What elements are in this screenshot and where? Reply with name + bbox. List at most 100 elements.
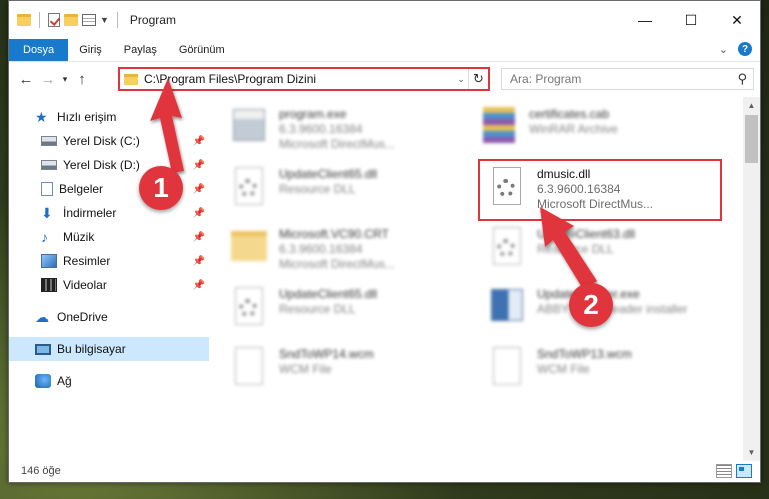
chevron-down-icon[interactable]: ⌄: [454, 74, 468, 85]
tab-view[interactable]: Görünüm: [168, 39, 236, 61]
file-item[interactable]: certificates.cab WinRAR Archive: [471, 101, 717, 157]
window-title: Program: [129, 13, 176, 27]
quick-access-toolbar: ▼: [17, 12, 122, 28]
title-bar: ▼ Program — ☐ ✕: [9, 1, 760, 39]
scroll-thumb[interactable]: [745, 115, 758, 163]
file-type: WinRAR Archive: [529, 122, 618, 136]
file-type: WCM File: [537, 362, 590, 376]
cloud-icon: ☁: [35, 309, 49, 325]
file-item[interactable]: UpdateClient65.dll Resource DLL: [221, 281, 467, 337]
sidebar-item-label: Yerel Disk (D:): [63, 158, 140, 172]
help-icon[interactable]: ?: [738, 42, 752, 56]
sidebar-item-local-disk-c[interactable]: Yerel Disk (C:) 📌: [9, 129, 209, 153]
sidebar-item-music[interactable]: ♪ Müzik 📌: [9, 225, 209, 249]
installer-icon: [487, 285, 527, 331]
file-name: program.exe: [279, 107, 347, 121]
file-explorer-window: ▼ Program — ☐ ✕ Dosya Giriş Paylaş Görün…: [8, 0, 761, 483]
pin-icon[interactable]: 📌: [193, 232, 205, 243]
file-name: UpdateClient65.dll: [279, 287, 378, 301]
tab-file[interactable]: Dosya: [9, 39, 69, 61]
sidebar-item-quick-access[interactable]: ★ Hızlı erişim: [9, 105, 209, 129]
chevron-down-icon[interactable]: ▼: [100, 15, 109, 25]
sidebar-item-label: OneDrive: [57, 310, 108, 324]
scroll-down-arrow-icon[interactable]: ▼: [743, 444, 760, 461]
dll-icon: [229, 285, 269, 331]
search-icon[interactable]: ⚲: [737, 71, 747, 87]
sidebar-item-local-disk-d[interactable]: Yerel Disk (D:) 📌: [9, 153, 209, 177]
up-arrow-icon[interactable]: ↑: [71, 69, 93, 91]
window-controls: — ☐ ✕: [622, 1, 760, 39]
drive-icon: [41, 136, 57, 146]
properties-check-icon[interactable]: [48, 13, 60, 27]
file-item[interactable]: UpdateClient65.dll Resource DLL: [221, 161, 467, 217]
item-count: 146 öğe: [21, 465, 61, 477]
file-item[interactable]: SndToWP14.wcm WCM File: [221, 341, 467, 397]
file-version: 6.3.9600.16384: [279, 122, 363, 136]
file-name: SndToWP13.wcm: [537, 347, 632, 361]
toolbar-separator: [116, 12, 118, 28]
file-description: Microsoft DirectMus...: [279, 257, 396, 271]
search-input[interactable]: Ara: Program ⚲: [501, 68, 754, 90]
status-bar: 146 öğe: [9, 460, 760, 482]
file-item[interactable]: program.exe 6.3.9600.16384 Microsoft Dir…: [221, 101, 467, 157]
dll-icon: [487, 225, 527, 271]
tab-share[interactable]: Paylaş: [113, 39, 168, 61]
file-item[interactable]: Microsoft.VC90.CRT 6.3.9600.16384 Micros…: [221, 221, 467, 277]
pin-icon[interactable]: 📌: [193, 208, 205, 219]
scroll-up-arrow-icon[interactable]: ▲: [743, 97, 760, 114]
file-item[interactable]: UpdateClient63.dll Resource DLL: [479, 221, 725, 277]
file-item[interactable]: SndToWP13.wcm WCM File: [479, 341, 725, 397]
vertical-scrollbar[interactable]: ▲ ▼: [743, 97, 760, 461]
pin-icon[interactable]: 📌: [193, 280, 205, 291]
search-placeholder: Ara: Program: [510, 72, 582, 86]
file-name: UpdateClient65.dll: [279, 167, 378, 181]
address-bar[interactable]: C:\Program Files\Program Dizini ⌄ ↻: [118, 67, 490, 91]
pin-icon[interactable]: 📌: [193, 256, 205, 267]
step-badge-1: 1: [139, 166, 183, 210]
file-name: certificates.cab: [529, 107, 610, 121]
sidebar-item-label: Resimler: [63, 254, 111, 268]
address-path[interactable]: C:\Program Files\Program Dizini: [144, 72, 454, 86]
folder-icon: [124, 73, 138, 85]
highlight-box-dmusic: [478, 159, 722, 221]
file-icon: [229, 345, 269, 391]
sidebar-item-downloads[interactable]: ⬇ İndirmeler 📌: [9, 201, 209, 225]
tab-home[interactable]: Giriş: [68, 39, 113, 61]
new-folder-icon[interactable]: [64, 14, 78, 26]
sidebar-item-videos[interactable]: Videolar 📌: [9, 273, 209, 297]
music-icon: ♪: [41, 229, 48, 245]
file-name: SndToWP14.wcm: [279, 347, 374, 361]
sidebar-item-pictures[interactable]: Resimler 📌: [9, 249, 209, 273]
details-view-icon[interactable]: [716, 464, 732, 478]
pin-icon[interactable]: 📌: [193, 136, 205, 147]
sidebar-item-onedrive[interactable]: ☁ OneDrive: [9, 305, 209, 329]
pin-icon[interactable]: 📌: [193, 160, 205, 171]
archive-icon: [479, 105, 519, 151]
close-button[interactable]: ✕: [714, 1, 760, 39]
view-options-icon[interactable]: [82, 14, 96, 26]
videos-icon: [41, 278, 57, 292]
network-icon: [35, 374, 51, 388]
exe-icon: [229, 105, 269, 151]
star-icon: ★: [35, 109, 48, 125]
sidebar-item-this-pc[interactable]: Bu bilgisayar: [9, 337, 209, 361]
sidebar-item-label: Bu bilgisayar: [57, 342, 126, 356]
pin-icon[interactable]: 📌: [193, 184, 205, 195]
sidebar-item-label: Müzik: [63, 230, 95, 244]
minimize-button[interactable]: —: [622, 1, 668, 39]
back-arrow-icon[interactable]: ←: [15, 69, 37, 91]
sidebar-item-label: İndirmeler: [63, 206, 117, 220]
maximize-button[interactable]: ☐: [668, 1, 714, 39]
dll-icon: [229, 165, 269, 211]
forward-arrow-icon[interactable]: →: [37, 69, 59, 91]
file-type: Resource DLL: [279, 182, 356, 196]
refresh-icon[interactable]: ↻: [468, 69, 488, 89]
expand-ribbon-icon[interactable]: ⌄: [719, 43, 728, 56]
computer-icon: [35, 343, 51, 355]
folder-icon: [229, 225, 269, 271]
sidebar-item-network[interactable]: Ağ: [9, 369, 209, 393]
tiles-view-icon[interactable]: [736, 464, 752, 478]
recent-locations-chevron-icon[interactable]: ▾: [59, 69, 71, 91]
ribbon-right-controls: ⌄ ?: [719, 42, 752, 56]
pictures-icon: [41, 254, 57, 268]
